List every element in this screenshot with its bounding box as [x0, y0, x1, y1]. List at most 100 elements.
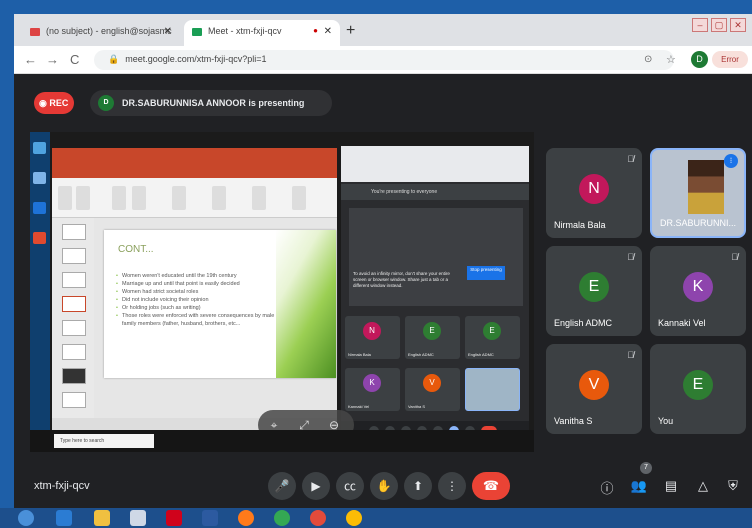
slide-thumbnail[interactable]	[62, 392, 86, 408]
inner-tile-name: Kannaki Vel	[348, 404, 370, 409]
present-button[interactable]: ⬆	[404, 472, 432, 500]
desktop-icon	[33, 232, 46, 244]
inner-tile: N Nirmala Bala	[345, 316, 400, 359]
inner-tile: E English ADMC	[405, 316, 460, 359]
participant-avatar: N	[579, 174, 609, 204]
reload-icon[interactable]: C	[70, 52, 79, 67]
slide-thumbnail[interactable]	[62, 224, 86, 240]
chat-icon[interactable]: ▤	[662, 478, 680, 494]
participant-avatar: E	[683, 370, 713, 400]
tab-gmail[interactable]: (no subject) - english@sojasmc ✕	[22, 20, 180, 46]
minimize-button[interactable]: –	[692, 18, 708, 32]
inner-tile: K Kannaki Vel	[345, 368, 400, 411]
firefox-icon[interactable]	[238, 510, 254, 526]
desktop-strip	[30, 132, 50, 452]
meet-control-bar: xtm-fxji-qcv 🎤 ▶ ㏄ ✋ ⬆ ⋮ ☎ ⓘ 👥 7 ▤ △ ⛨	[14, 462, 752, 508]
maximize-button[interactable]: ▢	[711, 18, 727, 32]
windows-taskbar	[0, 508, 752, 528]
participant-tile-self[interactable]: E You	[650, 344, 746, 434]
slide-thumbnail[interactable]	[62, 368, 86, 384]
close-tab-icon[interactable]: ✕	[324, 26, 332, 37]
more-options-button[interactable]: ⋮	[438, 472, 466, 500]
slide-thumbnail[interactable]	[62, 296, 86, 312]
error-button[interactable]: Error	[712, 51, 748, 68]
app-icon[interactable]	[130, 510, 146, 526]
word-icon[interactable]	[202, 510, 218, 526]
inner-tile: V Vanitha S	[405, 368, 460, 411]
browser-window: (no subject) - english@sojasmc ✕ Meet - x…	[14, 14, 752, 508]
participant-name: Nirmala Bala	[554, 220, 606, 230]
folder-icon[interactable]	[94, 510, 110, 526]
edge-icon	[33, 202, 46, 214]
tab-bar: (no subject) - english@sojasmc ✕ Meet - x…	[14, 14, 752, 46]
star-icon[interactable]: ☆	[666, 53, 676, 66]
slide-bullet: Or holding jobs (such as writing)	[116, 304, 286, 312]
info-icon[interactable]: ⓘ	[598, 478, 616, 497]
participant-name: Vanitha S	[554, 416, 593, 426]
slide-title: CONT...	[118, 244, 154, 255]
participant-tile[interactable]: 🎙̸ V Vanitha S	[546, 344, 642, 434]
inner-self-video	[465, 368, 520, 411]
raise-hand-button[interactable]: ✋	[370, 472, 398, 500]
chrome-icon[interactable]	[346, 510, 362, 526]
close-window-button[interactable]: ✕	[730, 18, 746, 32]
participant-tile[interactable]: 🎙̸ E English ADMC	[546, 246, 642, 336]
infinity-mirror-note: To avoid an infinity mirror, don't share…	[353, 271, 450, 288]
tab-meet[interactable]: Meet - xtm-fxji-qcv ● ✕	[184, 20, 340, 46]
url-field[interactable]: 🔒 meet.google.com/xtm-fxji-qcv?pli=1	[94, 50, 674, 70]
participant-tile-presenter[interactable]: ⁝ DR.SABURUNNI...	[650, 148, 746, 238]
shared-taskbar: Type here to search	[30, 430, 534, 452]
recording-dot-icon: ●	[313, 26, 318, 35]
gmail-icon	[30, 27, 40, 36]
presenter-banner: D DR.SABURUNNISA ANNOOR is presenting	[90, 90, 332, 116]
start-icon[interactable]	[18, 510, 34, 526]
recording-badge: ◉ REC	[34, 92, 74, 114]
slide-thumbnail[interactable]	[62, 344, 86, 360]
slide-bullet: Did not include voicing their opinion	[116, 296, 286, 304]
tab-label: (no subject) - english@sojasmc	[46, 26, 172, 36]
meet-icon	[192, 27, 202, 36]
new-tab-button[interactable]: +	[346, 22, 355, 40]
inner-presenting-text: You're presenting to everyone	[371, 189, 438, 195]
desktop-icon	[33, 142, 46, 154]
close-tab-icon[interactable]: ✕	[164, 26, 172, 37]
participant-tile[interactable]: 🎙̸ N Nirmala Bala	[546, 148, 642, 238]
mic-off-icon: 🎙̸	[731, 252, 738, 262]
slide-thumbnail[interactable]	[62, 320, 86, 336]
chrome-icon[interactable]	[310, 510, 326, 526]
back-icon[interactable]: ←	[24, 52, 37, 67]
microphone-button[interactable]: 🎤	[268, 472, 296, 500]
participant-tile[interactable]: 🎙̸ K Kannaki Vel	[650, 246, 746, 336]
opera-icon[interactable]	[166, 510, 182, 526]
participant-avatar: E	[579, 272, 609, 302]
audio-indicator-icon: ⁝	[724, 154, 738, 168]
camera-button[interactable]: ▶	[302, 472, 330, 500]
inner-tile-name: Nirmala Bala	[348, 352, 371, 357]
slide-thumbnail[interactable]	[62, 248, 86, 264]
slide-bullets: Women weren't educated until the 19th ce…	[116, 272, 286, 328]
forward-icon[interactable]: →	[46, 52, 59, 67]
people-icon[interactable]: 👥	[630, 478, 648, 494]
end-call-button[interactable]: ☎	[472, 472, 510, 500]
participant-name: English ADMC	[554, 318, 613, 328]
inner-tile-name: Vanitha S	[408, 404, 426, 409]
mic-off-icon: 🎙̸	[627, 154, 634, 164]
camera-icon[interactable]: ⊙	[644, 54, 652, 65]
ie-icon[interactable]	[56, 510, 72, 526]
chrome-icon[interactable]	[274, 510, 290, 526]
inner-presenting-bar: You're presenting to everyone	[341, 184, 529, 200]
participant-video	[688, 160, 724, 214]
stop-presenting-button[interactable]: Stop presenting	[467, 266, 505, 280]
participant-count: 7	[640, 462, 652, 474]
captions-button[interactable]: ㏄	[336, 472, 364, 500]
url-text: meet.google.com/xtm-fxji-qcv?pli=1	[125, 54, 267, 64]
activities-icon[interactable]: △	[694, 478, 712, 494]
host-controls-icon[interactable]: ⛨	[724, 478, 742, 494]
slide-thumbnail[interactable]	[62, 272, 86, 288]
inner-avatar: K	[363, 374, 381, 392]
inner-tile-name: English ADMC	[408, 352, 434, 357]
participant-name: Kannaki Vel	[658, 318, 706, 328]
profile-avatar[interactable]: D	[691, 51, 708, 68]
record-dot-icon: ◉	[39, 98, 50, 108]
inner-meet-window: You're presenting to everyone To avoid a…	[341, 146, 529, 441]
